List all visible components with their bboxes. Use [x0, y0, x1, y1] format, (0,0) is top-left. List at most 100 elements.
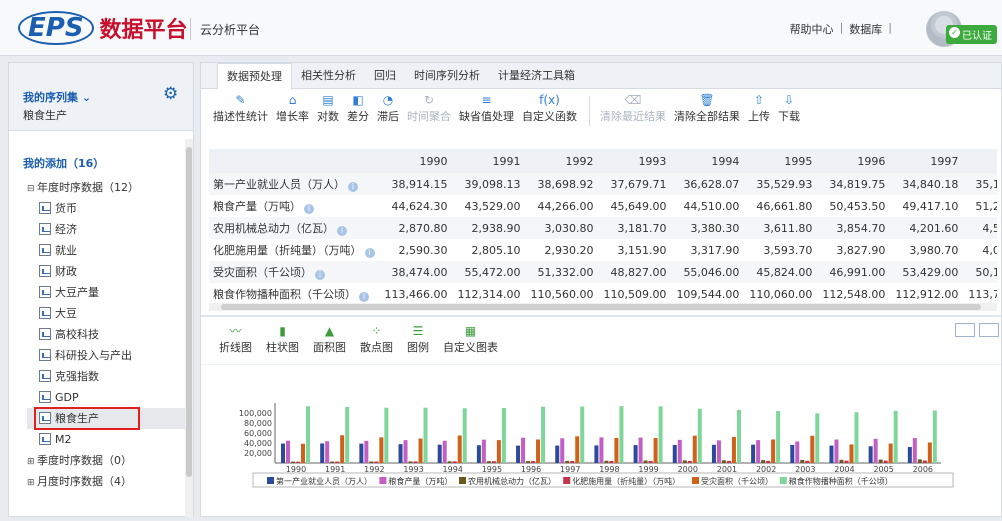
- bar[interactable]: [369, 461, 374, 463]
- toolbar-button[interactable]: ↻ 时间聚合: [407, 90, 451, 134]
- bar[interactable]: [462, 408, 467, 463]
- bar[interactable]: [751, 444, 756, 463]
- bar[interactable]: [854, 412, 859, 463]
- bar[interactable]: [330, 461, 335, 463]
- bar[interactable]: [521, 437, 526, 463]
- toolbar-button[interactable]: ⇩ 下载: [778, 90, 800, 134]
- bar[interactable]: [805, 460, 810, 463]
- table-scroll-thumb[interactable]: [221, 304, 981, 310]
- bar[interactable]: [413, 461, 418, 463]
- bar[interactable]: [594, 445, 599, 463]
- bar[interactable]: [418, 438, 423, 463]
- bar[interactable]: [795, 441, 800, 463]
- bar[interactable]: [697, 408, 702, 463]
- bar[interactable]: [658, 406, 663, 463]
- bar[interactable]: [408, 461, 413, 463]
- year-header[interactable]: 1998: [968, 149, 997, 173]
- eps-logo[interactable]: EPS 数据平台: [18, 10, 188, 46]
- toolbar-button[interactable]: ✎ 描述性统计: [213, 90, 268, 134]
- table-row[interactable]: 第一产业就业人员（万人） i 38,914.15 39,098.13 38,698.92…: [209, 173, 997, 195]
- tree-item[interactable]: 科研投入与产出: [27, 345, 185, 366]
- bar[interactable]: [756, 440, 761, 463]
- legend-swatch[interactable]: [692, 477, 699, 484]
- bar[interactable]: [633, 445, 638, 463]
- legend-label[interactable]: 粮食产量（万吨）: [388, 476, 452, 486]
- table-row[interactable]: 粮食产量（万吨） i 44,624.30 43,529.00 44,266.00 45,6…: [209, 195, 997, 217]
- bar[interactable]: [570, 461, 575, 463]
- info-icon[interactable]: i: [304, 204, 314, 214]
- legend-swatch[interactable]: [267, 477, 274, 484]
- year-header[interactable]: 1996: [822, 149, 896, 173]
- bar[interactable]: [653, 438, 658, 463]
- year-header[interactable]: 1995: [749, 149, 823, 173]
- bar[interactable]: [306, 406, 310, 463]
- bar[interactable]: [721, 460, 726, 463]
- tab-item[interactable]: 数据预处理: [217, 63, 292, 90]
- bar[interactable]: [575, 436, 580, 463]
- year-header[interactable]: 1992: [530, 149, 604, 173]
- minimize-icon[interactable]: [955, 323, 975, 337]
- tab-item[interactable]: 时间序列分析: [405, 63, 489, 89]
- bar[interactable]: [496, 440, 501, 463]
- year-header[interactable]: 1990: [384, 149, 458, 173]
- bar[interactable]: [291, 461, 295, 463]
- bar[interactable]: [516, 445, 521, 463]
- year-header[interactable]: 1994: [676, 149, 750, 173]
- legend-label[interactable]: 受灾面积（千公顷）: [701, 476, 773, 486]
- bar[interactable]: [437, 444, 442, 463]
- tree-item[interactable]: 经济: [27, 219, 185, 240]
- tree-item[interactable]: 粮食生产: [27, 407, 185, 430]
- tab-item[interactable]: 相关性分析: [292, 63, 365, 89]
- info-icon[interactable]: i: [337, 226, 347, 236]
- bar[interactable]: [761, 460, 766, 463]
- bar[interactable]: [771, 439, 776, 463]
- bar[interactable]: [731, 436, 736, 463]
- bar[interactable]: [452, 461, 457, 463]
- bar[interactable]: [711, 444, 716, 463]
- bar[interactable]: [296, 461, 300, 463]
- bar[interactable]: [726, 460, 731, 463]
- bar[interactable]: [359, 443, 364, 463]
- bar[interactable]: [320, 443, 325, 463]
- info-icon[interactable]: i: [315, 270, 325, 280]
- bar[interactable]: [301, 443, 305, 463]
- chart-type-button[interactable]: ▦ 自定义图表: [443, 321, 498, 364]
- legend-swatch[interactable]: [459, 477, 466, 484]
- bar[interactable]: [491, 461, 496, 463]
- bar[interactable]: [604, 460, 609, 463]
- bar[interactable]: [849, 444, 854, 463]
- bar[interactable]: [888, 443, 893, 463]
- database-link[interactable]: 数据库: [849, 21, 882, 37]
- bar[interactable]: [883, 460, 888, 463]
- toolbar-button[interactable]: 🗑 清除全部结果: [674, 90, 740, 134]
- bar[interactable]: [614, 437, 619, 463]
- tree-item[interactable]: 高校科技: [27, 324, 185, 345]
- bar[interactable]: [829, 445, 834, 463]
- toolbar-button[interactable]: ≡ 缺省值处理: [459, 90, 514, 134]
- bar[interactable]: [638, 437, 643, 463]
- user-menu[interactable]: ✓ 已认证: [912, 11, 1000, 47]
- legend-swatch[interactable]: [379, 477, 387, 484]
- bar[interactable]: [536, 439, 541, 463]
- bar[interactable]: [810, 435, 815, 463]
- table-hscrollbar[interactable]: [209, 303, 997, 311]
- legend-label[interactable]: 化肥施用量（折纯量）（万吨）: [572, 476, 680, 486]
- bar[interactable]: [560, 438, 565, 463]
- chart-type-button[interactable]: ⁘ 散点图: [360, 321, 393, 364]
- tree-item[interactable]: 克强指数: [27, 366, 185, 387]
- bar[interactable]: [682, 460, 687, 463]
- toolbar-button[interactable]: ◧ 差分: [347, 90, 369, 134]
- bar[interactable]: [345, 406, 350, 463]
- bar[interactable]: [922, 460, 927, 463]
- year-header[interactable]: 1993: [603, 149, 677, 173]
- tree-item[interactable]: 大豆: [27, 303, 185, 324]
- bar[interactable]: [932, 410, 937, 463]
- table-row[interactable]: 粮食作物播种面积（千公顷） i 113,466.00 112,314.00 110,56…: [209, 283, 997, 303]
- bar[interactable]: [541, 406, 546, 463]
- bar[interactable]: [340, 435, 345, 463]
- bar[interactable]: [281, 443, 285, 463]
- expand-icon[interactable]: ⊞: [27, 473, 37, 494]
- chart-type-button[interactable]: 〰折线图: [219, 321, 252, 364]
- maximize-icon[interactable]: [979, 323, 999, 337]
- bar[interactable]: [677, 439, 682, 463]
